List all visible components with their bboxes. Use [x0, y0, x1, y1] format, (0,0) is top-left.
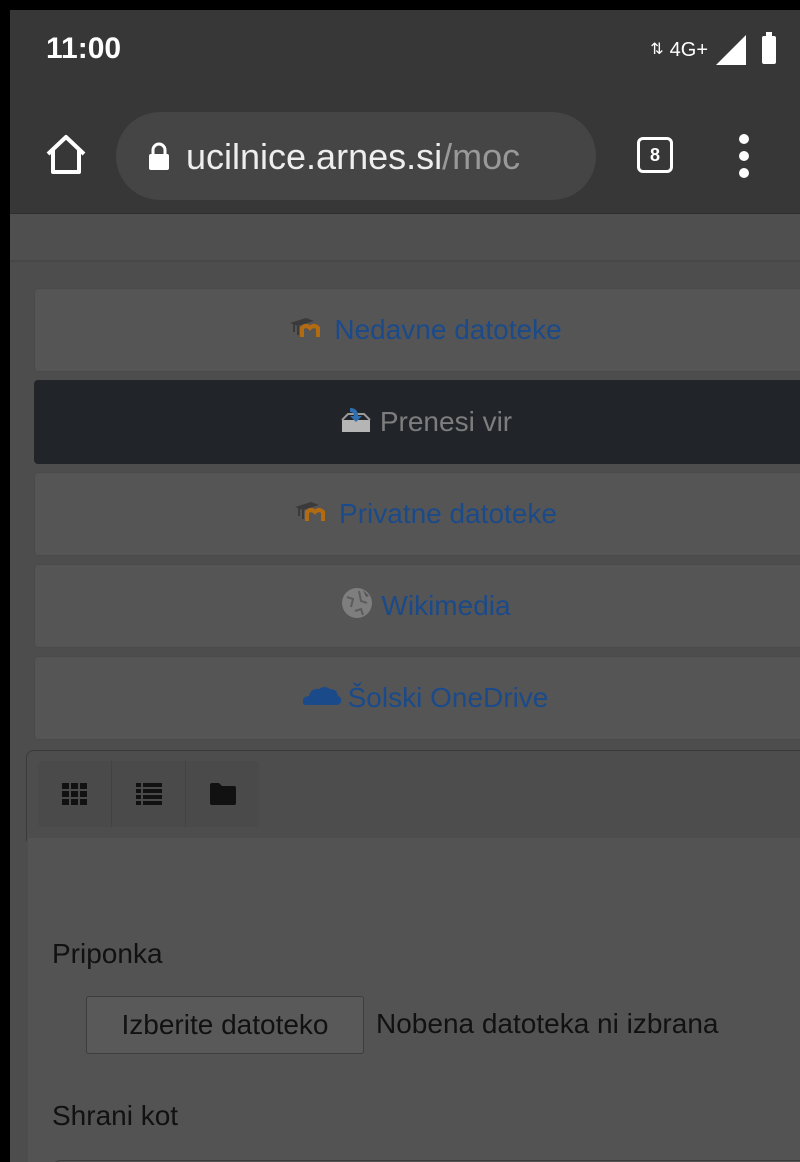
phone-screen: 11:00 ⇅ 4G+ ucilnice.arnes.si/moc 8 Neda… — [10, 10, 800, 1162]
list-view-icon — [135, 783, 162, 805]
moodle-icon — [288, 314, 328, 346]
url-path: /moc — [442, 136, 521, 177]
onedrive-icon — [302, 682, 342, 714]
repo-item-private-files[interactable]: Privatne datoteke — [34, 472, 800, 556]
status-icons: ⇅ 4G+ — [650, 32, 776, 68]
save-as-label: Shrani kot — [52, 1100, 179, 1131]
overflow-menu-icon[interactable] — [738, 134, 750, 180]
repo-item-upload[interactable]: Prenesi vir — [34, 380, 800, 464]
home-button[interactable] — [44, 132, 88, 176]
battery-icon — [762, 32, 776, 64]
lock-icon — [149, 142, 169, 170]
page-header-strip — [10, 214, 800, 262]
list-view-button[interactable] — [112, 761, 186, 827]
signal-icon — [716, 35, 746, 65]
grid-view-button[interactable] — [38, 761, 112, 827]
folder-view-button[interactable] — [186, 761, 259, 827]
url-text: ucilnice.arnes.si/moc — [186, 136, 520, 178]
view-mode-group — [38, 761, 259, 827]
choose-file-button[interactable]: Izberite datoteko — [86, 996, 364, 1054]
folder-view-icon — [209, 783, 236, 805]
repo-item-onedrive[interactable]: Šolski OneDrive — [34, 656, 800, 740]
address-bar[interactable]: ucilnice.arnes.si/moc — [116, 112, 596, 200]
wikimedia-icon — [339, 585, 375, 628]
status-bar: 11:00 ⇅ 4G+ — [10, 10, 800, 90]
attachment-label: Priponka — [52, 938, 163, 969]
no-file-selected-text: Nobena datoteka ni izbrana — [376, 1008, 719, 1039]
repo-label: Šolski OneDrive — [347, 682, 549, 713]
moodle-icon — [293, 498, 333, 530]
repo-label: Nedavne datoteke — [334, 314, 562, 345]
upload-icon — [338, 404, 374, 441]
grid-view-icon — [61, 783, 87, 805]
home-icon — [46, 135, 86, 174]
network-type: 4G+ — [669, 38, 708, 61]
status-time: 11:00 — [46, 32, 122, 65]
data-arrows-icon: ⇅ — [650, 41, 664, 58]
repo-label: Wikimedia — [381, 590, 511, 621]
browser-toolbar: ucilnice.arnes.si/moc 8 — [10, 90, 800, 214]
repo-item-wikimedia[interactable]: Wikimedia — [34, 564, 800, 648]
repo-label: Privatne datoteke — [339, 498, 557, 529]
repo-item-recent-files[interactable]: Nedavne datoteke — [34, 288, 800, 372]
url-domain: ucilnice.arnes.si — [186, 136, 443, 177]
tab-switcher-button[interactable]: 8 — [637, 137, 673, 173]
repo-label: Prenesi vir — [379, 406, 513, 437]
